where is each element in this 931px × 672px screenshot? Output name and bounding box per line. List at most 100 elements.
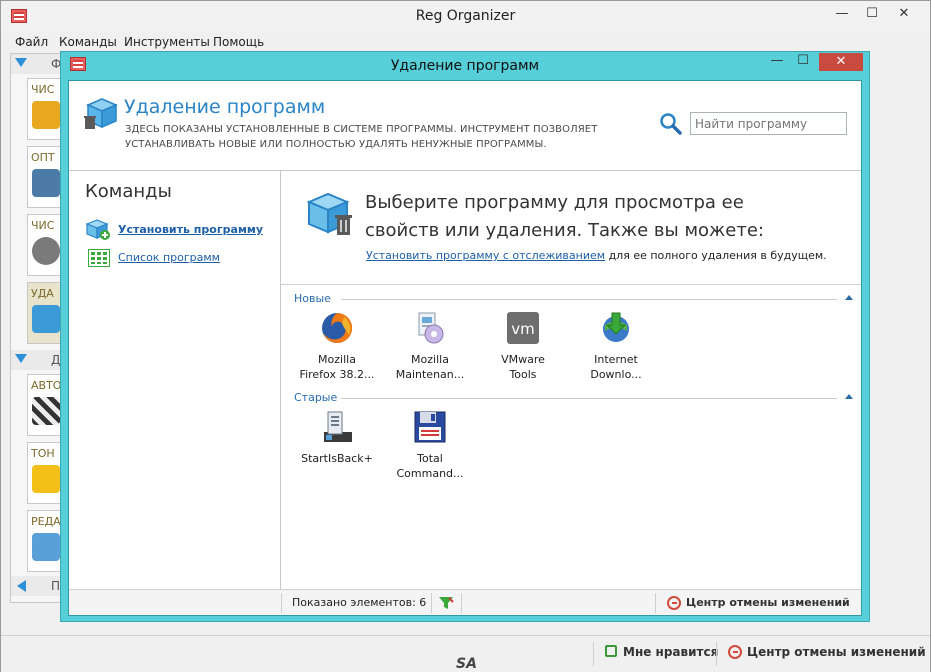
main-maximize-button[interactable]: ☐ [858, 5, 886, 25]
main-titlebar: Reg Organizer — ☐ ✕ [1, 1, 930, 32]
header-title: Удаление программ [124, 96, 326, 118]
header-description-line2: УСТАНАВЛИВАТЬ НОВЫЕ ИЛИ ПОЛНОСТЬЮ УДАЛЯТ… [125, 139, 547, 150]
dialog-title: Удаление программ [390, 58, 540, 74]
program-name-line2: Command... [396, 467, 464, 480]
program-name-line2: Maintenan... [395, 368, 465, 381]
filter-icon[interactable] [438, 596, 454, 610]
registry-icon [32, 533, 60, 561]
like-button[interactable]: Мне нравится [623, 645, 718, 659]
status-separator [431, 593, 432, 613]
thumbs-up-icon [605, 645, 617, 657]
status-separator [593, 642, 594, 666]
dialog-status-bar: Показано элементов: 6 Центр отмены измен… [69, 589, 861, 615]
status-separator [655, 593, 656, 613]
program-name-line2: Downlo... [590, 368, 642, 381]
search-icon[interactable] [659, 112, 683, 136]
sidebar-group-3-label: П [51, 579, 61, 593]
dialog-undo-center-button[interactable]: Центр отмены изменений [686, 596, 850, 609]
uninstall-box-icon [32, 305, 60, 333]
program-name-line1: Total [417, 452, 443, 465]
windows-logo-icon [32, 465, 60, 493]
sidebar-card-label: ТОН [31, 447, 55, 460]
sidebar-card-label: ЧИС [31, 219, 55, 232]
status-separator [716, 642, 717, 666]
expand-arrow-icon [17, 580, 26, 592]
main-status-bar: Мне нравится Центр отмены изменений SA [1, 635, 930, 672]
dialog-body: Удаление программ ЗДЕСЬ ПОКАЗАНЫ УСТАНОВ… [68, 80, 862, 616]
undo-center-icon [728, 645, 742, 659]
mozilla-maintenance-icon [418, 312, 444, 344]
group-label-old: Старые [294, 391, 342, 404]
uninstall-box-icon [306, 192, 352, 235]
svg-text:vm: vm [511, 320, 535, 338]
dialog-minimize-button[interactable]: — [763, 52, 791, 72]
undo-center-button[interactable]: Центр отмены изменений [747, 645, 926, 659]
optimize-icon [32, 169, 60, 197]
install-with-tracking-link[interactable]: Установить программу с отслеживанием [366, 249, 605, 262]
vmware-icon: vm [507, 312, 539, 344]
dialog-header: Удаление программ ЗДЕСЬ ПОКАЗАНЫ УСТАНОВ… [69, 81, 861, 171]
program-name-line1: StartIsBack+ [301, 452, 373, 465]
dialog-close-button[interactable]: ✕ [819, 53, 863, 71]
commands-title: Команды [85, 181, 172, 202]
internet-download-manager-icon [603, 312, 629, 342]
group-header-new[interactable]: Новые [281, 292, 861, 306]
info-link-row: Установить программу с отслеживанием для… [366, 249, 827, 262]
sidebar-card-label: УДА [31, 287, 54, 300]
watermark-logo: SA [456, 656, 477, 672]
program-item-firefox[interactable]: Mozilla Firefox 38.2... [291, 311, 383, 382]
uninstall-dialog: Удаление программ — ☐ ✕ Удаление програм… [60, 51, 870, 622]
main-menubar: Файл Команды Инструменты Помощь [1, 32, 930, 52]
group-header-old[interactable]: Старые [281, 391, 861, 405]
shown-count-text: Показано элементов: 6 [292, 596, 427, 609]
uninstall-box-icon [84, 98, 118, 129]
checkered-flag-icon [32, 397, 60, 425]
program-name-line1: Mozilla [318, 353, 356, 366]
install-box-icon [85, 219, 110, 240]
collapse-arrow-icon [15, 58, 27, 67]
info-line1: Выберите программу для просмотра ее [365, 192, 744, 213]
program-name-line1: VMware [501, 353, 545, 366]
collapse-arrow-icon[interactable] [845, 295, 853, 300]
undo-center-icon [667, 596, 681, 610]
program-list-link[interactable]: Список программ [118, 251, 220, 264]
program-item-internet-download-manager[interactable]: Internet Downlo... [570, 311, 662, 382]
sidebar-group-2-label: Д [51, 353, 61, 367]
main-close-button[interactable]: ✕ [890, 5, 918, 25]
status-separator [281, 593, 282, 613]
main-minimize-button[interactable]: — [828, 5, 856, 25]
program-name-line2: Tools [509, 368, 537, 381]
program-list-icon [88, 249, 110, 267]
program-name-line1: Mozilla [411, 353, 449, 366]
menu-commands[interactable]: Команды [59, 35, 117, 49]
menu-help[interactable]: Помощь [213, 35, 264, 49]
program-item-mozilla-maintenance[interactable]: Mozilla Maintenan... [384, 311, 476, 382]
info-line2: свойств или удаления. Также вы можете: [365, 220, 764, 241]
program-item-vmware-tools[interactable]: vm VMware Tools [477, 311, 569, 382]
group-divider [341, 299, 837, 300]
disk-icon [32, 237, 60, 265]
menu-tools[interactable]: Инструменты [124, 35, 210, 49]
dialog-maximize-button[interactable]: ☐ [789, 52, 817, 72]
total-commander-icon [414, 411, 446, 443]
search-input[interactable] [690, 112, 847, 135]
collapse-arrow-icon [15, 354, 27, 363]
main-window-title: Reg Organizer [415, 8, 516, 24]
commands-panel: Команды Установить программу Список прог… [69, 171, 281, 589]
sidebar-card-label: ОПТ [31, 151, 55, 164]
program-name-line2: Firefox 38.2... [299, 368, 375, 381]
info-link-suffix: для ее полного удаления в будущем. [605, 249, 827, 262]
program-item-total-commander[interactable]: Total Command... [384, 410, 476, 481]
collapse-arrow-icon[interactable] [845, 394, 853, 399]
sidebar-card-label: АВТО [31, 379, 62, 392]
info-box: Выберите программу для просмотра ее свой… [281, 171, 861, 285]
install-program-link[interactable]: Установить программу [118, 223, 263, 236]
group-divider [341, 398, 837, 399]
status-separator [461, 593, 462, 613]
firefox-icon [322, 312, 353, 343]
program-item-startisback[interactable]: StartIsBack+ [291, 410, 383, 466]
header-description-line1: ЗДЕСЬ ПОКАЗАНЫ УСТАНОВЛЕННЫЕ В СИСТЕМЕ П… [125, 124, 598, 135]
content-panel: Выберите программу для просмотра ее свой… [281, 171, 861, 589]
sidebar-card-label: ЧИС [31, 83, 55, 96]
menu-file[interactable]: Файл [15, 35, 48, 49]
